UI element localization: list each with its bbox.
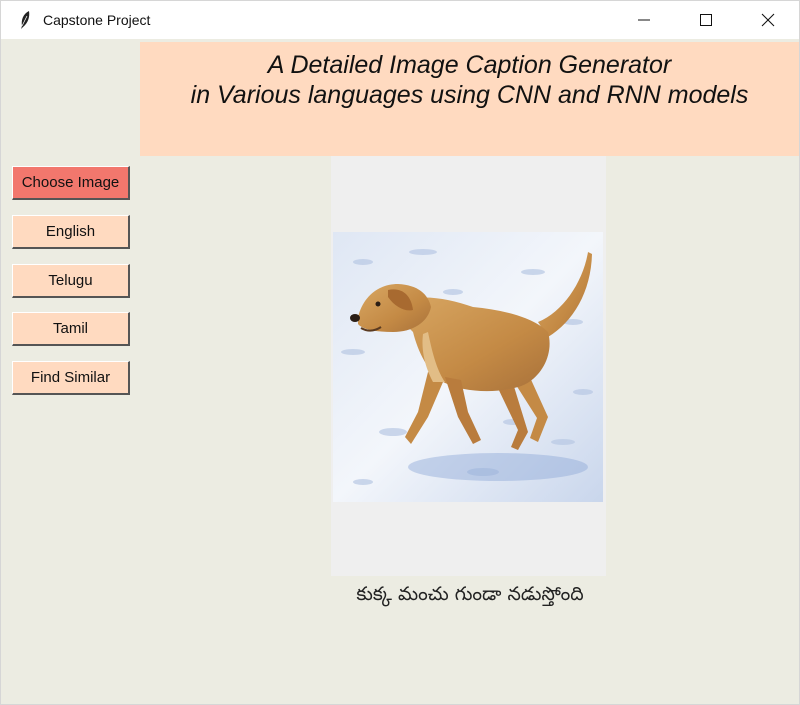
- english-button[interactable]: English: [12, 215, 130, 249]
- dog-photo: [333, 232, 603, 502]
- close-button[interactable]: [737, 1, 799, 39]
- title-bar[interactable]: Capstone Project: [1, 1, 799, 39]
- maximize-icon: [700, 14, 712, 26]
- find-similar-button[interactable]: Find Similar: [12, 361, 130, 395]
- generated-caption: కుక్క మంచు గుండా నడుస్తోంది: [356, 583, 584, 605]
- app-window: Capstone Project A Detailed Image Captio…: [0, 0, 800, 705]
- header-banner: A Detailed Image Caption Generator in Va…: [140, 42, 799, 156]
- telugu-button[interactable]: Telugu: [12, 264, 130, 298]
- banner-title-line-2: in Various languages using CNN and RNN m…: [190, 81, 749, 109]
- choose-image-button[interactable]: Choose Image: [12, 166, 130, 200]
- window-controls: [613, 1, 799, 39]
- tamil-button[interactable]: Tamil: [12, 312, 130, 346]
- minimize-icon: [638, 19, 650, 21]
- window-title: Capstone Project: [43, 12, 151, 28]
- image-panel: [331, 156, 606, 576]
- feather-icon: [15, 10, 35, 30]
- maximize-button[interactable]: [675, 1, 737, 39]
- close-icon: [761, 13, 775, 27]
- minimize-button[interactable]: [613, 1, 675, 39]
- banner-title-line-1: A Detailed Image Caption Generator: [267, 51, 672, 79]
